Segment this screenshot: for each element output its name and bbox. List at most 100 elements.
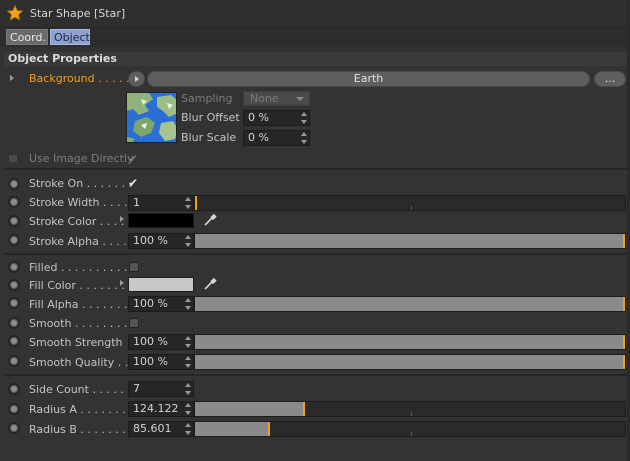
smooth-strength-slider[interactable] [194, 334, 626, 350]
stepper-icon[interactable] [301, 112, 307, 124]
stepper-icon[interactable] [185, 383, 191, 395]
sampling-dropdown[interactable]: None [243, 91, 310, 106]
divider [4, 374, 630, 376]
radius-b-field[interactable]: 85.601 [128, 421, 194, 437]
slider-fill [195, 335, 625, 349]
slider-fill [195, 297, 625, 311]
radius-b-value: 85.601 [133, 422, 172, 435]
slider-fill [195, 422, 269, 436]
slider-tick [411, 432, 412, 436]
stroke-width-slider[interactable] [194, 195, 626, 211]
blur-scale-label: Blur Scale [181, 131, 237, 144]
shader-name-button[interactable]: Earth [147, 71, 590, 87]
stroke-width-value: 1 [133, 196, 140, 209]
expand-arrow-icon[interactable] [120, 216, 124, 222]
keyframe-dot-icon[interactable] [8, 196, 20, 208]
stroke-color-swatch[interactable] [128, 213, 194, 228]
stepper-icon[interactable] [185, 336, 191, 348]
stroke-alpha-slider[interactable] [194, 233, 626, 249]
keyframe-dot-icon[interactable] [8, 234, 20, 246]
smooth-label: Smooth . . . . . . . . . [29, 317, 135, 330]
radius-a-slider[interactable] [194, 401, 626, 417]
divider [4, 253, 630, 255]
window-title: Star Shape [Star] [30, 7, 126, 20]
slider-handle[interactable] [302, 402, 305, 416]
smooth-quality-value: 100 % [133, 355, 168, 368]
slider-fill [195, 234, 625, 248]
blur-offset-value: 0 % [248, 111, 269, 124]
smooth-strength-field[interactable]: 100 % [128, 334, 194, 350]
use-image-directly-label: Use Image Directly [29, 152, 134, 165]
blur-scale-field[interactable]: 0 % [243, 130, 310, 146]
radius-a-field[interactable]: 124.122 [128, 401, 194, 417]
smooth-quality-slider[interactable] [194, 354, 626, 370]
slider-handle[interactable] [623, 297, 625, 311]
radius-a-value: 124.122 [133, 402, 179, 415]
smooth-checkbox[interactable] [129, 318, 139, 328]
section-title: Object Properties [4, 52, 630, 66]
keyframe-dot-icon[interactable] [8, 355, 20, 367]
keyframe-dot-icon[interactable] [8, 279, 20, 291]
use-image-directly-checkmark[interactable]: ✔ [128, 153, 138, 165]
play-arrow-icon [135, 76, 139, 82]
slider-fill [195, 402, 303, 416]
stroke-on-checkmark[interactable]: ✔ [128, 177, 138, 189]
stepper-icon[interactable] [185, 403, 191, 415]
slider-handle[interactable] [623, 234, 625, 248]
eyedropper-icon[interactable] [203, 277, 217, 291]
smooth-quality-field[interactable]: 100 % [128, 354, 194, 370]
keyframe-dot-icon[interactable] [8, 317, 20, 329]
stroke-alpha-field[interactable]: 100 % [128, 233, 194, 249]
keyframe-dot-icon[interactable] [8, 383, 20, 395]
stroke-on-label: Stroke On . . . . . . . [29, 177, 133, 190]
sampling-label: Sampling [181, 92, 233, 105]
stepper-icon[interactable] [185, 298, 191, 310]
stroke-color-label: Stroke Color . . . . [29, 215, 125, 228]
blur-offset-field[interactable]: 0 % [243, 110, 310, 126]
tab-object[interactable]: Object [50, 29, 90, 45]
keyframe-dot-icon[interactable] [8, 335, 20, 347]
stroke-width-label: Stroke Width . . . . [29, 196, 128, 209]
fill-color-label: Fill Color . . . . . . . [29, 279, 125, 292]
slider-handle[interactable] [195, 196, 197, 210]
tab-coord[interactable]: Coord. [6, 29, 48, 45]
stepper-icon[interactable] [185, 235, 191, 247]
side-count-field[interactable]: 7 [128, 381, 194, 397]
keyframe-dot-icon[interactable] [8, 403, 20, 415]
radius-b-label: Radius B . . . . . . . . [29, 423, 133, 436]
eyedropper-icon[interactable] [203, 213, 217, 227]
keyframe-dot-icon[interactable] [8, 178, 20, 190]
radius-b-slider[interactable] [194, 421, 626, 437]
expand-arrow-icon[interactable] [10, 75, 14, 81]
slider-handle[interactable] [623, 355, 625, 369]
slider-handle[interactable] [623, 335, 625, 349]
keyframe-dot-icon[interactable] [8, 297, 20, 309]
stepper-icon[interactable] [185, 423, 191, 435]
smooth-quality-label: Smooth Quality . . [29, 356, 129, 369]
stepper-icon[interactable] [185, 197, 191, 209]
filled-checkbox[interactable] [129, 262, 139, 272]
more-button[interactable]: ... [594, 71, 626, 87]
blur-offset-label: Blur Offset [181, 111, 240, 124]
stroke-width-field[interactable]: 1 [128, 195, 194, 211]
stepper-icon[interactable] [185, 356, 191, 368]
fill-color-swatch[interactable] [128, 277, 194, 292]
stroke-alpha-label: Stroke Alpha . . . . [29, 235, 127, 248]
earth-thumbnail [126, 92, 177, 143]
keyframe-dot-icon[interactable] [8, 215, 20, 227]
stepper-icon[interactable] [301, 132, 307, 144]
slider-handle[interactable] [268, 422, 271, 436]
expand-arrow-icon[interactable] [120, 280, 124, 286]
star-icon [7, 5, 23, 21]
fill-alpha-label: Fill Alpha . . . . . . . [29, 298, 128, 311]
keyframe-dot-icon[interactable] [8, 261, 20, 273]
shader-menu-button[interactable] [128, 71, 145, 87]
keyframe-dot-icon[interactable] [8, 422, 20, 434]
fill-alpha-slider[interactable] [194, 296, 626, 312]
chevron-down-icon [296, 97, 304, 101]
lock-icon [9, 155, 17, 162]
sampling-value: None [250, 92, 279, 105]
slider-fill [195, 355, 625, 369]
fill-alpha-field[interactable]: 100 % [128, 296, 194, 312]
fill-alpha-value: 100 % [133, 297, 168, 310]
